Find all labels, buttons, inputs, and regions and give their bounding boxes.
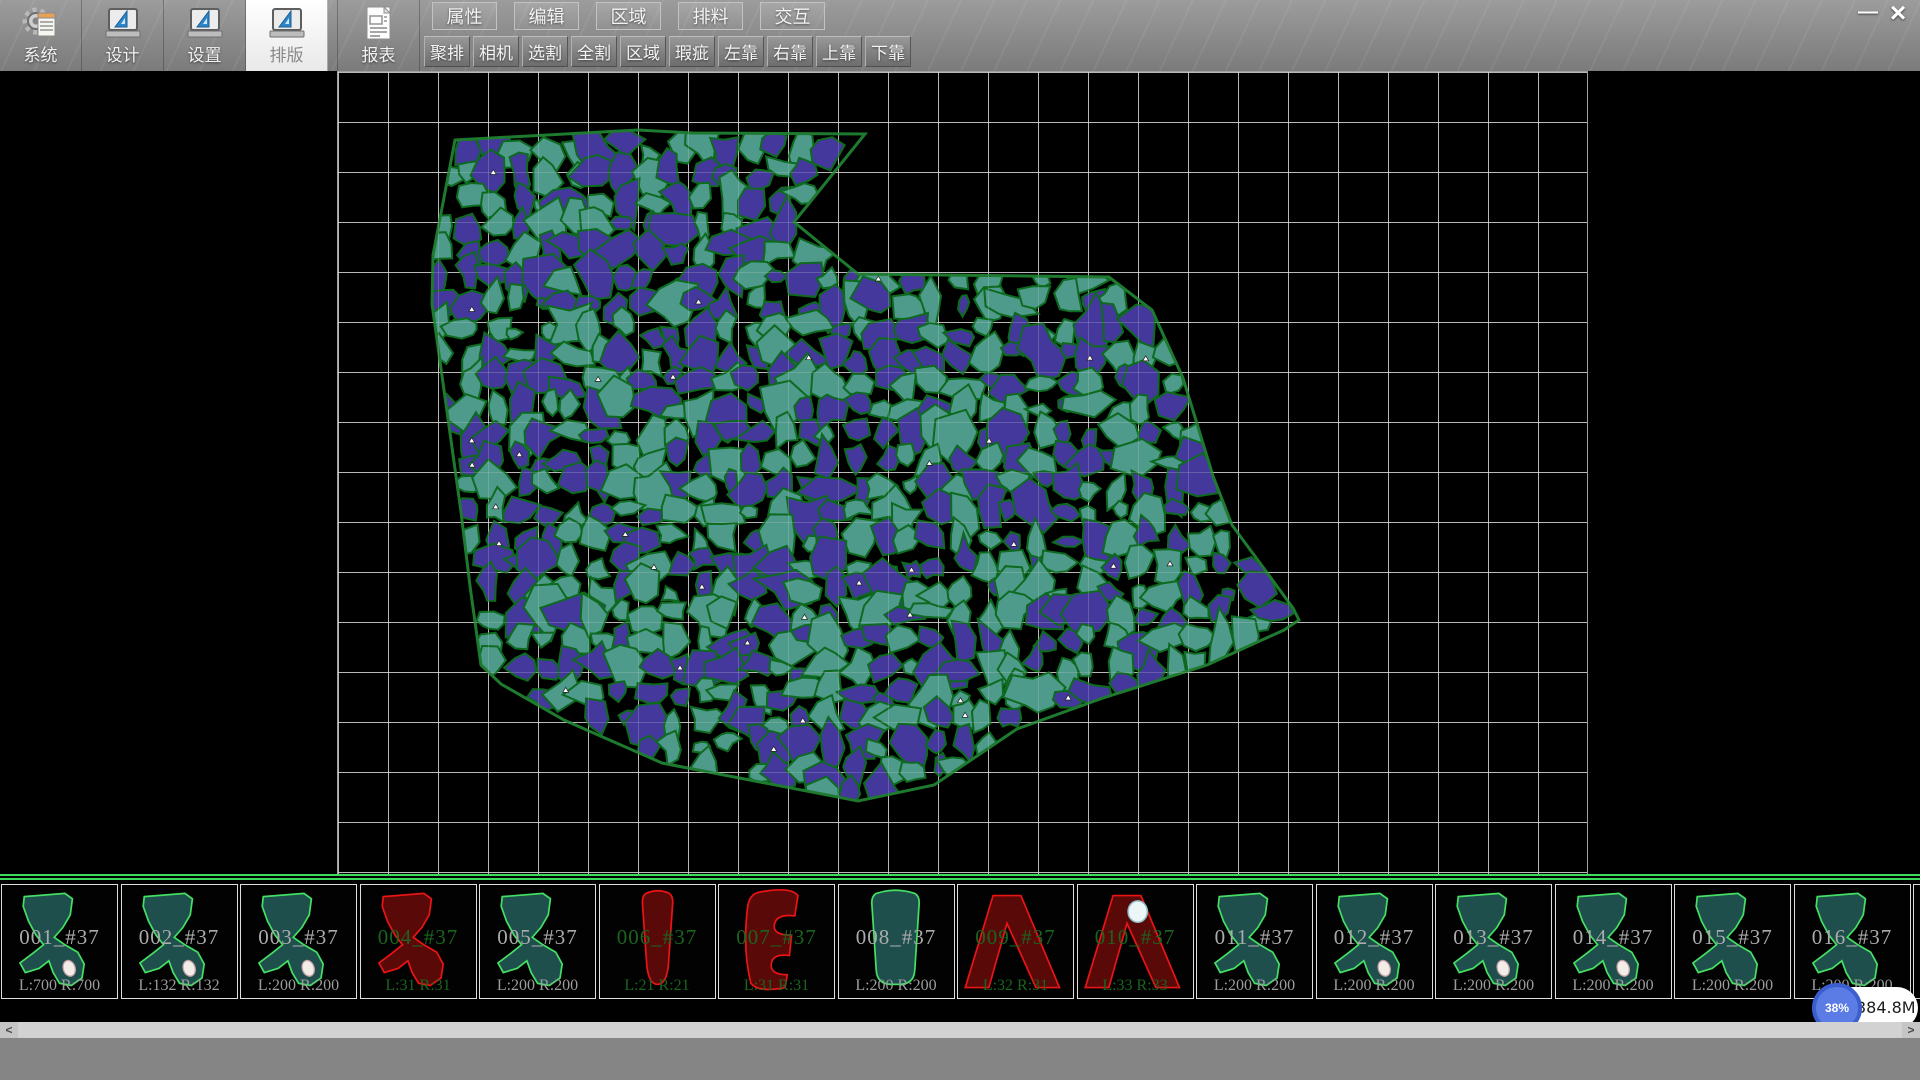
mode-button-5[interactable]: 报表 bbox=[337, 0, 420, 71]
filmstrip-cell-16[interactable]: 016_#37 L:200 R:200 bbox=[1794, 884, 1911, 999]
mode-label: 报表 bbox=[362, 45, 396, 67]
piece-filmstrip: 001_#37 L:700 R:700 002_#37 L:132 R:132 … bbox=[0, 884, 1920, 1004]
tool-button-row: 聚排相机选割全割区域瑕疵左靠右靠上靠下靠 bbox=[424, 36, 914, 67]
piece-lr-count: L:200 R:200 bbox=[1436, 977, 1551, 995]
piece-lr-count: L:33 R:33 bbox=[1078, 977, 1193, 995]
menu-tab[interactable]: 交互 bbox=[760, 2, 825, 30]
tool-button[interactable]: 上靠 bbox=[816, 36, 862, 67]
piece-name: 010_#37 bbox=[1078, 925, 1193, 950]
filmstrip-cell-2[interactable]: 002_#37 L:132 R:132 bbox=[121, 884, 238, 999]
filmstrip-cell-9[interactable]: 009_#37 L:32 R:31 bbox=[957, 884, 1074, 999]
mode-label: 排版 bbox=[270, 45, 304, 67]
piece-name: 001_#37 bbox=[2, 925, 117, 950]
tool-button[interactable]: 选割 bbox=[522, 36, 568, 67]
piece-lr-count: L:200 R:200 bbox=[1556, 977, 1671, 995]
piece-name: 007_#37 bbox=[719, 925, 834, 950]
mode-button-4[interactable]: 排版 bbox=[246, 0, 328, 71]
scroll-right-button[interactable]: > bbox=[1902, 1022, 1920, 1038]
tool-button[interactable]: 全割 bbox=[571, 36, 617, 67]
strip-divider-line-2 bbox=[0, 878, 1920, 880]
filmstrip-cell-3[interactable]: 003_#37 L:200 R:200 bbox=[240, 884, 357, 999]
piece-name: 008_#37 bbox=[839, 925, 954, 950]
tool-button[interactable]: 右靠 bbox=[767, 36, 813, 67]
piece-name: 016_#37 bbox=[1795, 925, 1910, 950]
mode-label: 设置 bbox=[188, 45, 222, 67]
piece-lr-count: L:200 R:200 bbox=[839, 977, 954, 995]
piece-lr-count: L:200 R:200 bbox=[1675, 977, 1790, 995]
close-button[interactable]: × bbox=[1882, 2, 1914, 26]
piece-lr-count: L:200 R:200 bbox=[480, 977, 595, 995]
memory-value: 384.8M bbox=[1856, 998, 1916, 1017]
nested-hide-graphic bbox=[338, 72, 1587, 875]
minimize-button[interactable]: — bbox=[1854, 3, 1882, 25]
piece-name: 014_#37 bbox=[1556, 925, 1671, 950]
filmstrip-cell-7[interactable]: 007_#37 L:31 R:31 bbox=[718, 884, 835, 999]
mode-icon bbox=[359, 3, 399, 45]
app-window: 系统 设计 设置 排版 报表 属性编辑区域排料交互 聚排相机选割全割区域瑕疵左靠… bbox=[0, 0, 1920, 1080]
menu-tab[interactable]: 区域 bbox=[596, 2, 661, 30]
mode-button-group: 系统 设计 设置 排版 报表 bbox=[0, 0, 420, 71]
piece-lr-count: L:200 R:200 bbox=[1197, 977, 1312, 995]
piece-lr-count: L:31 R:31 bbox=[719, 977, 834, 995]
piece-name: 003_#37 bbox=[241, 925, 356, 950]
piece-lr-count: L:200 R:200 bbox=[241, 977, 356, 995]
menu-tab-row: 属性编辑区域排料交互 bbox=[432, 2, 842, 30]
mode-icon bbox=[21, 3, 61, 45]
mode-button-2[interactable]: 设计 bbox=[82, 0, 164, 71]
mode-icon bbox=[267, 3, 307, 45]
window-controls: — × bbox=[1854, 2, 1914, 26]
piece-name: 015_#37 bbox=[1675, 925, 1790, 950]
tool-button[interactable]: 区域 bbox=[620, 36, 666, 67]
strip-divider-line-1 bbox=[0, 874, 1920, 876]
filmstrip-cell-5[interactable]: 005_#37 L:200 R:200 bbox=[479, 884, 596, 999]
top-toolbar: 系统 设计 设置 排版 报表 属性编辑区域排料交互 聚排相机选割全割区域瑕疵左靠… bbox=[0, 0, 1920, 71]
piece-name: 011_#37 bbox=[1197, 925, 1312, 950]
mode-label: 系统 bbox=[24, 45, 58, 67]
horizontal-scrollbar[interactable]: < > bbox=[0, 1022, 1920, 1038]
piece-lr-count: L:31 R:31 bbox=[361, 977, 476, 995]
menu-tab[interactable]: 排料 bbox=[678, 2, 743, 30]
filmstrip-cell-8[interactable]: 008_#37 L:200 R:200 bbox=[838, 884, 955, 999]
menu-tab[interactable]: 编辑 bbox=[514, 2, 579, 30]
piece-lr-count: L:21 R:21 bbox=[600, 977, 715, 995]
mode-icon bbox=[103, 3, 143, 45]
nesting-canvas[interactable] bbox=[337, 71, 1588, 876]
tool-button[interactable]: 左靠 bbox=[718, 36, 764, 67]
piece-name: 006_#37 bbox=[600, 925, 715, 950]
piece-name: 002_#37 bbox=[122, 925, 237, 950]
filmstrip-cell-15[interactable]: 015_#37 L:200 R:200 bbox=[1674, 884, 1791, 999]
filmstrip-cell-4[interactable]: 004_#37 L:31 R:31 bbox=[360, 884, 477, 999]
mode-label: 设计 bbox=[106, 45, 140, 67]
filmstrip-cell-10[interactable]: 010_#37 L:33 R:33 bbox=[1077, 884, 1194, 999]
piece-name: 017_#37 bbox=[1914, 925, 1920, 950]
scroll-left-button[interactable]: < bbox=[0, 1022, 18, 1038]
piece-lr-count: L:32 R:31 bbox=[958, 977, 1073, 995]
filmstrip-cell-6[interactable]: 006_#37 L:21 R:21 bbox=[599, 884, 716, 999]
tool-button[interactable]: 相机 bbox=[473, 36, 519, 67]
filmstrip-cell-1[interactable]: 001_#37 L:700 R:700 bbox=[1, 884, 118, 999]
piece-name: 009_#37 bbox=[958, 925, 1073, 950]
bottom-filler-bar bbox=[0, 1038, 1920, 1080]
piece-name: 012_#37 bbox=[1317, 925, 1432, 950]
piece-name: 004_#37 bbox=[361, 925, 476, 950]
piece-lr-count: L:200 R:200 bbox=[1317, 977, 1432, 995]
tool-button[interactable]: 下靠 bbox=[865, 36, 911, 67]
piece-lr-count: L:132 R:132 bbox=[122, 977, 237, 995]
piece-name: 013_#37 bbox=[1436, 925, 1551, 950]
filmstrip-cell-11[interactable]: 011_#37 L:200 R:200 bbox=[1196, 884, 1313, 999]
mode-button-3[interactable]: 设置 bbox=[164, 0, 246, 71]
mode-icon bbox=[185, 3, 225, 45]
mode-button-1[interactable]: 系统 bbox=[0, 0, 82, 71]
piece-name: 005_#37 bbox=[480, 925, 595, 950]
menu-tab[interactable]: 属性 bbox=[432, 2, 497, 30]
filmstrip-cell-13[interactable]: 013_#37 L:200 R:200 bbox=[1435, 884, 1552, 999]
tool-button[interactable]: 聚排 bbox=[424, 36, 470, 67]
piece-lr-count: L:700 R:700 bbox=[2, 977, 117, 995]
filmstrip-cell-12[interactable]: 012_#37 L:200 R:200 bbox=[1316, 884, 1433, 999]
tool-button[interactable]: 瑕疵 bbox=[669, 36, 715, 67]
filmstrip-cell-17[interactable]: 017_#37 L:200 R:200 bbox=[1913, 884, 1920, 999]
filmstrip-cell-14[interactable]: 014_#37 L:200 R:200 bbox=[1555, 884, 1672, 999]
